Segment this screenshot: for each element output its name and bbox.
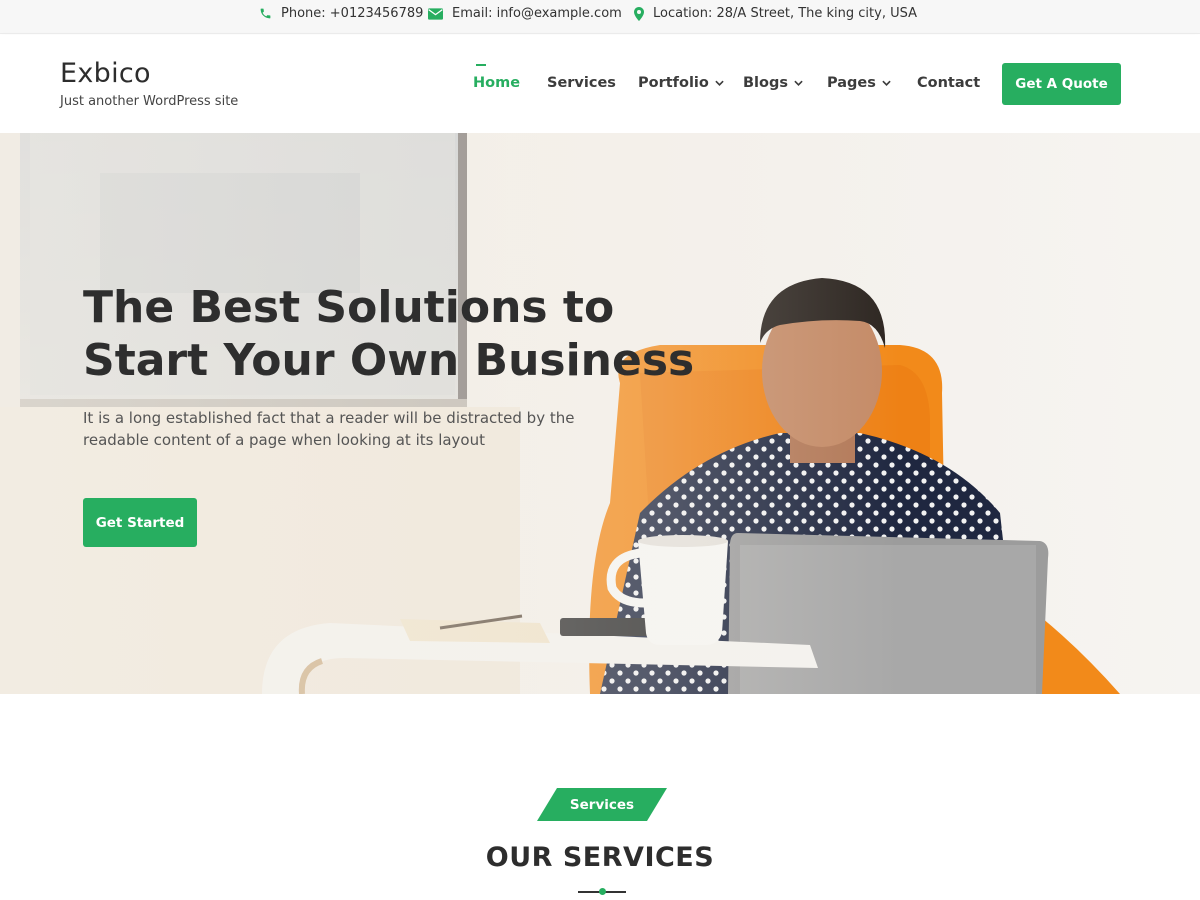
- services-section-heading: OUR SERVICES: [485, 842, 715, 873]
- nav-home[interactable]: Home: [473, 75, 520, 91]
- get-a-quote-button[interactable]: Get A Quote: [1002, 63, 1121, 105]
- site-tagline: Just another WordPress site: [60, 94, 239, 109]
- hero-heading-line2: Start Your Own Business: [83, 335, 695, 386]
- hero-subtitle: It is a long established fact that a rea…: [83, 409, 575, 449]
- active-nav-indicator: [476, 64, 486, 66]
- services-tag-label: Services: [569, 796, 635, 813]
- get-started-button[interactable]: Get Started: [83, 498, 197, 547]
- map-pin-icon: [634, 6, 644, 21]
- nav-portfolio[interactable]: Portfolio: [638, 75, 724, 91]
- topbar-location: Location: 28/A Street, The king city, US…: [634, 0, 917, 27]
- hero-banner: The Best Solutions to Start Your Own Bus…: [0, 133, 1200, 694]
- envelope-icon: [428, 7, 443, 20]
- site-title[interactable]: Exbico: [60, 58, 151, 89]
- chevron-down-icon: [882, 80, 891, 86]
- services-section-tag: Services: [537, 788, 667, 821]
- section-divider-dot: [599, 888, 606, 895]
- nav-services-label: Services: [547, 75, 616, 91]
- nav-home-label: Home: [473, 75, 521, 91]
- nav-portfolio-label: Portfolio: [638, 75, 709, 91]
- site-header: Exbico Just another WordPress site Home …: [0, 35, 1200, 133]
- nav-blogs-label: Blogs: [743, 75, 788, 91]
- hero-heading: The Best Solutions to Start Your Own Bus…: [83, 281, 723, 387]
- top-contact-bar: Phone: +0123456789 Email: info@example.c…: [0, 0, 1200, 34]
- topbar-location-text: Location: 28/A Street, The king city, US…: [653, 6, 917, 21]
- topbar-email[interactable]: Email: info@example.com: [428, 0, 622, 27]
- chevron-down-icon: [715, 80, 724, 86]
- phone-icon: [260, 8, 271, 19]
- nav-pages[interactable]: Pages: [827, 75, 891, 91]
- topbar-phone[interactable]: Phone: +0123456789: [259, 0, 423, 27]
- nav-blogs[interactable]: Blogs: [743, 75, 803, 91]
- topbar-phone-text: Phone: +0123456789: [281, 6, 424, 21]
- nav-services[interactable]: Services: [547, 75, 616, 91]
- nav-pages-label: Pages: [827, 75, 876, 91]
- nav-contact-label: Contact: [917, 75, 981, 91]
- hero-heading-line1: The Best Solutions to: [83, 282, 615, 333]
- nav-contact[interactable]: Contact: [917, 75, 980, 91]
- chevron-down-icon: [794, 80, 803, 86]
- topbar-email-text: Email: info@example.com: [452, 6, 622, 21]
